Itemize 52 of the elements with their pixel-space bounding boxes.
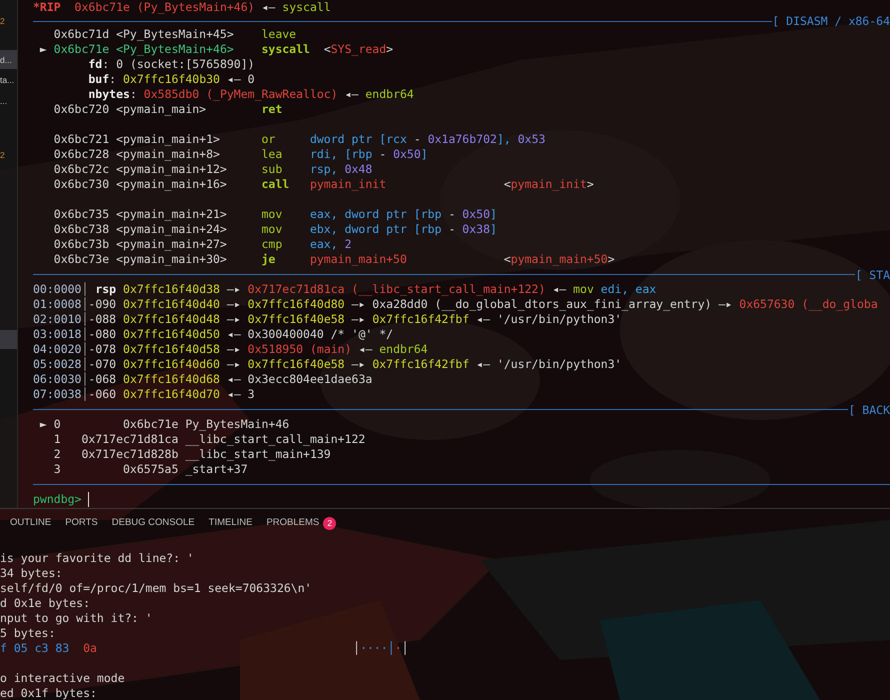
output-line: f 05 c3 83 0a │····│·│	[0, 641, 409, 656]
stack-line: 05:0028│-070 0x7ffc16f40d60 —▸ 0x7ffc16f40e58 —▸ 0x7ffc16f42fbf ◂— '/usr/bin/python3'	[33, 357, 622, 372]
output-line: 5 bytes:	[0, 626, 56, 641]
backtrace-line: 2 0x717ec71d828b __libc_start_main+139	[52, 447, 331, 462]
disasm-line: 0x6bc735 <pymain_main+21> mov eax, dword ptr [rbp - 0x50]	[52, 207, 497, 222]
output-line: self/fd/0 of=/proc/1/mem bs=1 seek=7063326\n'	[0, 581, 312, 596]
output-line: 34 bytes:	[0, 566, 62, 581]
backtrace-line: 1 0x717ec71d81ca __libc_start_call_main+122	[52, 432, 366, 447]
output-line: o interactive mode	[0, 671, 125, 686]
text-cursor	[88, 492, 90, 507]
sidebar-item[interactable]: d...	[0, 50, 17, 69]
disasm-line: fd: 0 (socket:[5765890])	[87, 57, 255, 72]
disasm-line: ► 0x6bc71e <Py_BytesMain+46> syscall <SYS_read>	[38, 42, 394, 57]
sidebar-item[interactable]	[0, 330, 17, 349]
problem-count: 2	[0, 150, 5, 160]
disasm-line: buf: 0x7ffc16f40b30 ◂— 0	[87, 72, 255, 87]
disasm-line: 0x6bc728 <pymain_main+8> lea rdi, [rbp - 0x50]	[52, 147, 428, 162]
panel-tab[interactable]: PROBLEMS	[266, 516, 320, 530]
output-line: d 0x1e bytes:	[0, 596, 90, 611]
prompt-line: pwndbg>	[33, 492, 82, 507]
disasm-line: 0x6bc730 <pymain_main+16> call pymain_init <pymain_init>	[52, 177, 594, 192]
stack-line: 03:0018│-080 0x7ffc16f40d50 ◂— 0x300400040 /* '@' */	[33, 327, 394, 342]
disasm-line: nbytes: 0x585db0 (_PyMem_RawRealloc) ◂— endbr64	[87, 87, 414, 102]
backtrace-line: ► 0 0x6bc71e Py_BytesMain+46	[38, 417, 290, 432]
stack-line: 00:0000│ rsp 0x7ffc16f40d38 —▸ 0x717ec71d81ca (__libc_start_call_main+122) ◂— mov edi, eax	[33, 282, 656, 297]
disasm-line: 0x6bc721 <pymain_main+1> or dword ptr [rcx - 0x1a76b702], 0x53	[52, 132, 546, 147]
output-line: nput to go with it?: '	[0, 611, 152, 626]
section-header: [ DISASM / x86-64	[772, 15, 890, 27]
backtrace-line: 3 0x6575a5 _start+37	[52, 462, 248, 477]
register-line: *RIP 0x6bc71e (Py_BytesMain+46) ◂— syscall	[33, 0, 331, 15]
disasm-line: 0x6bc738 <pymain_main+24> mov ebx, dword ptr [rbp - 0x38]	[52, 222, 497, 237]
section-header: [ STA	[855, 268, 890, 280]
disasm-line: 0x6bc72c <pymain_main+12> sub rsp, 0x48	[52, 162, 372, 177]
stack-line: 01:0008│-090 0x7ffc16f40d40 —▸ 0x7ffc16f40d80 —▸ 0xa28dd0 (__do_global_dtors_aux_fini_array_entry) —▸ 0x657630 (__do_globa	[33, 297, 878, 312]
stack-line: 02:0010│-088 0x7ffc16f40d48 —▸ 0x7ffc16f40e58 —▸ 0x7ffc16f42fbf ◂— '/usr/bin/python3'	[33, 312, 622, 327]
sidebar-item[interactable]: ta...	[0, 70, 17, 89]
output-line: ed 0x1f bytes:	[0, 686, 97, 700]
stack-line: 07:0038│-060 0x7ffc16f40d70 ◂— 3	[33, 387, 255, 402]
problem-count: 2	[0, 16, 5, 26]
disasm-line: 0x6bc720 <pymain_main> ret	[52, 102, 282, 117]
section-header: [ BACK	[848, 404, 890, 416]
panel-tab[interactable]: OUTLINE	[10, 516, 52, 530]
stack-line: 06:0030│-068 0x7ffc16f40d68 ◂— 0x3ecc804ee1dae63a	[33, 372, 372, 387]
output-line: is your favorite dd line?: '	[0, 551, 194, 566]
stack-line: 04:0020│-078 0x7ffc16f40d58 —▸ 0x518950 (main) ◂— endbr64	[33, 342, 428, 357]
panel-tab[interactable]: TIMELINE	[208, 516, 252, 530]
disasm-line: 0x6bc71d <Py_BytesMain+45> leave	[52, 27, 296, 42]
sidebar-item[interactable]: ...	[0, 91, 17, 110]
disasm-line: 0x6bc73e <pymain_main+30> je pymain_main+50 <pymain_main+50>	[52, 252, 615, 267]
panel-tab[interactable]: PORTS	[65, 516, 98, 530]
panel-tab[interactable]: DEBUG CONSOLE	[112, 516, 195, 530]
disasm-line: 0x6bc73b <pymain_main+27> cmp eax, 2	[52, 237, 352, 252]
